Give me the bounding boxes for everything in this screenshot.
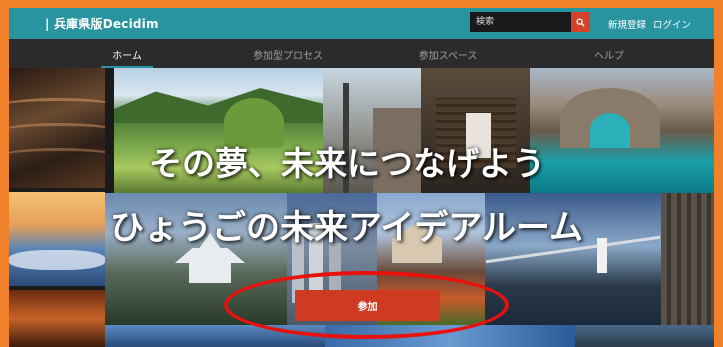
login-link[interactable]: ログイン <box>653 17 691 31</box>
search-icon <box>576 17 585 27</box>
search-input[interactable] <box>470 12 571 32</box>
top-bar: | 兵庫県版Decidim 新規登録 ログイン <box>9 8 714 39</box>
hero-headline: その夢、未来につなげよう <box>149 144 545 183</box>
register-link[interactable]: 新規登録 <box>608 17 646 31</box>
menu-item-help[interactable]: ヘルプ <box>594 47 624 62</box>
hero-photo-basalt <box>661 193 714 325</box>
hero-photo-coast-cave <box>530 68 714 193</box>
hero-photo-harbor <box>575 325 714 347</box>
hero-photo-terraces-dark <box>9 68 105 188</box>
menu-item-processes[interactable]: 参加型プロセス <box>253 47 323 62</box>
hero-banner: その夢、未来につなげよう ひょうごの未来アイデアルーム 参加 <box>9 68 714 347</box>
highlight-circle <box>224 271 509 339</box>
site-logo[interactable]: | 兵庫県版Decidim <box>45 15 159 32</box>
main-menu: ホーム 参加型プロセス 参加スペース ヘルプ <box>9 39 714 68</box>
hero-photo-sunset <box>9 290 105 347</box>
hero-subheadline: ひょうごの未来アイデアルーム <box>110 208 583 248</box>
menu-item-assemblies[interactable]: 参加スペース <box>419 47 478 62</box>
hero-photo-sea-clouds <box>9 192 105 286</box>
menu-item-home[interactable]: ホーム <box>112 47 142 62</box>
browser-viewport: | 兵庫県版Decidim 新規登録 ログイン ホーム 参加型プロセス 参加スペ… <box>9 8 714 347</box>
search-box <box>470 12 590 32</box>
search-button[interactable] <box>571 12 590 32</box>
